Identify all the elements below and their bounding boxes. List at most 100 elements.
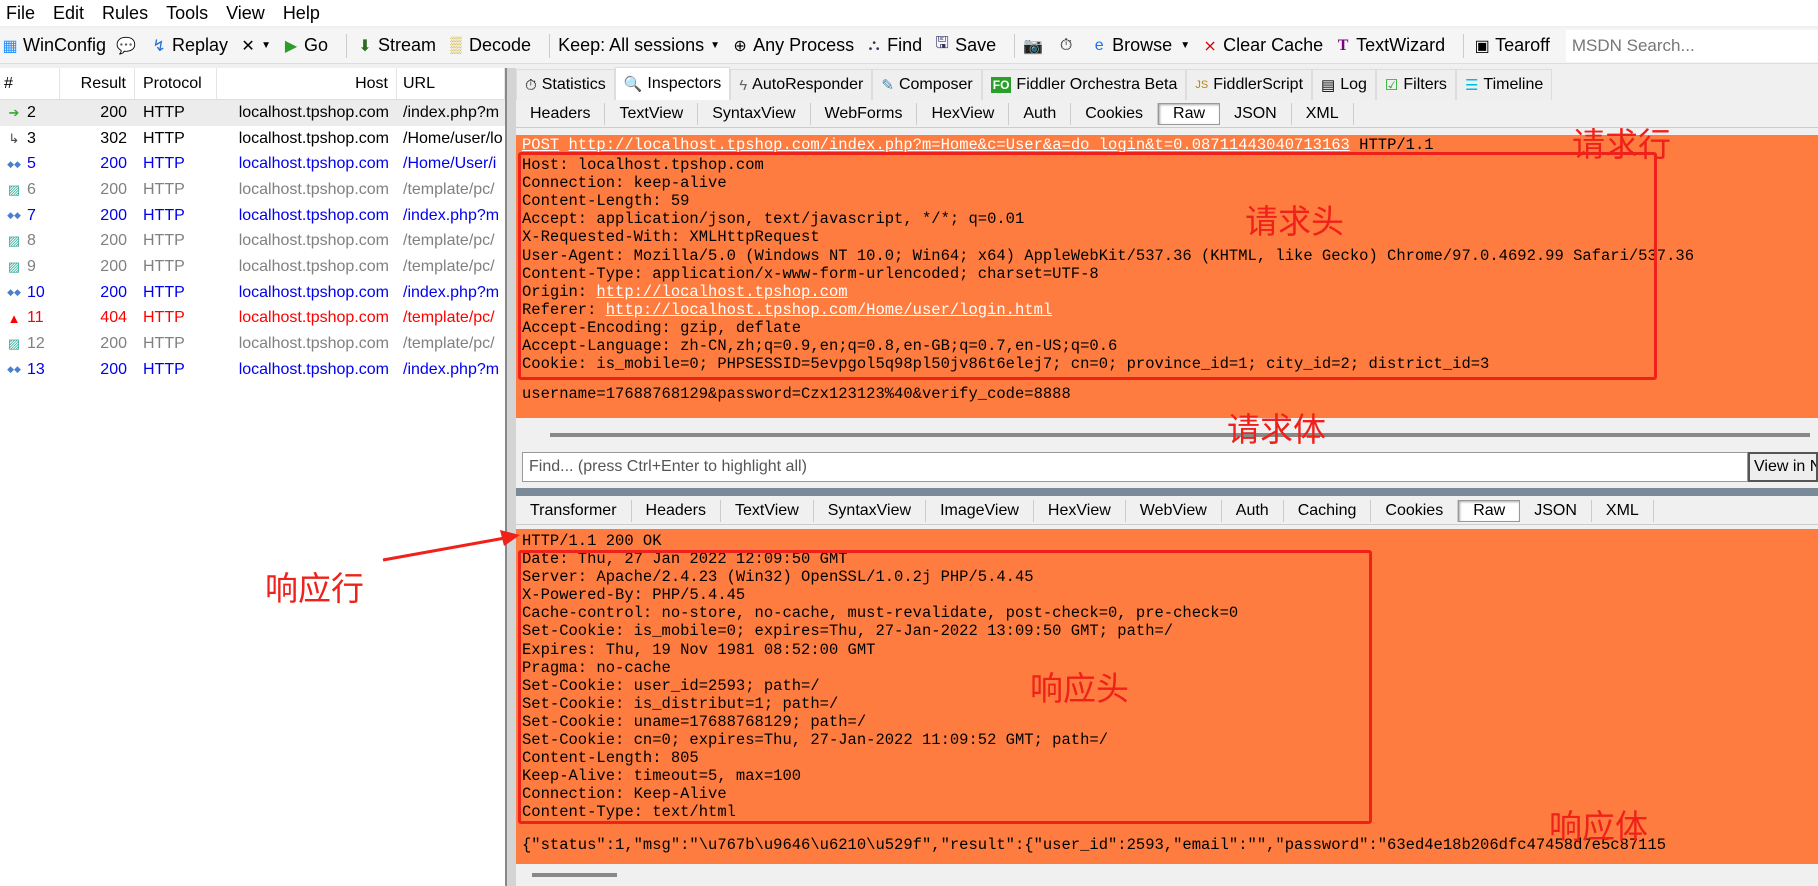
save-button[interactable]: 🖫 Save (932, 32, 996, 59)
tab-fiddlerscript[interactable]: JS FiddlerScript (1186, 69, 1313, 100)
tab-log[interactable]: ▤ Log (1312, 69, 1376, 100)
pane-splitter[interactable] (505, 68, 516, 886)
session-row[interactable]: ↳ 3 302 HTTP localhost.tpshop.com/Home/user/… (0, 126, 505, 152)
subtab-hexview[interactable]: HexView (917, 102, 1010, 125)
session-result: 200 (100, 232, 127, 250)
session-id: 12 (27, 335, 45, 353)
session-protocol: HTTP (143, 335, 185, 353)
subtab-hexview[interactable]: HexView (1034, 499, 1126, 522)
session-row[interactable]: ◆◆ 13 200 HTTP localhost.tpshop.com/index.ph… (0, 357, 505, 383)
tab-statistics[interactable]: ⏱ Statistics (516, 69, 615, 100)
session-id: 6 (27, 180, 36, 198)
comment-button[interactable]: 💬 (116, 36, 139, 56)
tab-label: AutoResponder (752, 76, 864, 93)
column-header-host[interactable]: Host (217, 68, 397, 99)
session-id: 11 (27, 309, 44, 327)
replay-button[interactable]: ↯ Replay (149, 35, 228, 56)
chevron-down-icon: ▼ (1180, 40, 1191, 51)
any-process-button[interactable]: ⊕ Any Process (730, 35, 854, 56)
session-row[interactable]: ▨ 9 200 HTTP localhost.tpshop.com/template/p… (0, 254, 505, 280)
session-row[interactable]: ▨ 12 200 HTTP localhost.tpshop.com/template/… (0, 331, 505, 357)
timer-button[interactable]: ⏱ (1056, 37, 1079, 55)
subtab-headers[interactable]: Headers (516, 102, 606, 125)
winconfig-button[interactable]: ▦ WinConfig (0, 35, 106, 56)
clear-cache-label: Clear Cache (1223, 35, 1324, 55)
tab-label: Inspectors (647, 75, 722, 92)
menu-rules[interactable]: Rules (102, 3, 148, 24)
lightning-icon: ϟ (739, 76, 748, 94)
subtab-json[interactable]: JSON (1520, 499, 1592, 522)
browse-button[interactable]: e Browse ▼ (1089, 35, 1190, 56)
tab-timeline[interactable]: ☰ Timeline (1455, 69, 1553, 100)
view-in-notepad-button[interactable]: View in Notepad (1748, 452, 1818, 482)
stream-button[interactable]: ⬇ Stream (355, 35, 436, 56)
textwizard-button[interactable]: T TextWizard (1333, 35, 1445, 56)
find-button[interactable]: ⛬ Find (864, 35, 923, 56)
menu-edit[interactable]: Edit (53, 3, 84, 24)
session-row[interactable]: ◆◆ 7 200 HTTP localhost.tpshop.com/index.php… (0, 203, 505, 229)
session-result: 302 (100, 129, 127, 147)
column-header-number[interactable]: # (0, 68, 60, 99)
menu-help[interactable]: Help (283, 3, 320, 24)
horizontal-splitter[interactable] (516, 488, 1818, 496)
subtab-xml[interactable]: XML (1292, 102, 1354, 125)
tearoff-button[interactable]: ▣ Tearoff (1472, 35, 1550, 56)
find-input[interactable]: Find... (press Ctrl+Enter to highlight a… (522, 452, 1748, 482)
go-button[interactable]: ▶ Go (281, 35, 328, 56)
annotation-request-body: 请求体 (1227, 410, 1326, 449)
column-header-url[interactable]: URL (397, 68, 505, 99)
session-row[interactable]: ◆◆ 10 200 HTTP localhost.tpshop.com/index.ph… (0, 280, 505, 306)
image-icon: ▨ (7, 336, 21, 352)
horizontal-scrollbar[interactable] (532, 873, 617, 877)
column-header-result[interactable]: Result (60, 68, 135, 99)
menu-file[interactable]: File (6, 3, 35, 24)
subtab-headers[interactable]: Headers (632, 499, 722, 522)
subtab-webview[interactable]: WebView (1126, 499, 1222, 522)
session-row[interactable]: ▨ 8 200 HTTP localhost.tpshop.com/template/p… (0, 228, 505, 254)
subtab-textview[interactable]: TextView (605, 102, 699, 125)
subtab-cookies[interactable]: Cookies (1371, 499, 1459, 522)
clear-cache-button[interactable]: ⨯ Clear Cache (1200, 35, 1323, 56)
tab-inspectors[interactable]: 🔍 Inspectors (614, 67, 731, 100)
decode-button[interactable]: ▒ Decode (446, 35, 531, 56)
screenshot-button[interactable]: 📷 (1023, 36, 1046, 56)
subtab-transformer[interactable]: Transformer (516, 499, 632, 522)
tab-autoresponder[interactable]: ϟ AutoResponder (730, 69, 873, 100)
subtab-syntaxview[interactable]: SyntaxView (814, 499, 927, 522)
menu-view[interactable]: View (226, 3, 265, 24)
subtab-syntaxview[interactable]: SyntaxView (698, 102, 811, 125)
subtab-auth[interactable]: Auth (1009, 102, 1072, 125)
subtab-textview[interactable]: TextView (721, 499, 814, 522)
subtab-raw[interactable]: Raw (1458, 499, 1521, 522)
subtab-auth[interactable]: Auth (1222, 499, 1284, 522)
tab-label: Timeline (1483, 76, 1544, 93)
horizontal-scrollbar[interactable] (550, 433, 1810, 437)
keep-sessions-dropdown[interactable]: Keep: All sessions ▼ (558, 35, 720, 56)
subtab-imageview[interactable]: ImageView (926, 499, 1034, 522)
session-row[interactable]: ➔ 2 200 HTTP localhost.tpshop.com/index.php?… (0, 100, 505, 126)
remove-button[interactable]: ✕ ▼ (238, 36, 271, 56)
stream-label: Stream (377, 35, 437, 55)
msdn-search-input[interactable]: MSDN Search... (1565, 29, 1818, 62)
save-icon: 🖫 (935, 35, 949, 52)
subtab-xml[interactable]: XML (1592, 499, 1654, 522)
subtab-json[interactable]: JSON (1220, 102, 1292, 125)
subtab-raw[interactable]: Raw (1158, 102, 1221, 125)
tab-fiddler-orchestra[interactable]: FO Fiddler Orchestra Beta (981, 69, 1187, 100)
session-row[interactable]: ◆◆ 5 200 HTTP localhost.tpshop.com/Home/User… (0, 151, 505, 177)
session-row[interactable]: ▲ 11 404 HTTP localhost.tpshop.com/template/… (0, 306, 505, 332)
session-result: 200 (100, 103, 127, 121)
go-label: Go (303, 35, 328, 55)
session-result: 200 (100, 335, 127, 353)
subtab-caching[interactable]: Caching (1284, 499, 1372, 522)
menu-tools[interactable]: Tools (166, 3, 208, 24)
annotation-response-line: 响应行 (265, 569, 364, 608)
subtab-webforms[interactable]: WebForms (811, 102, 918, 125)
fo-icon: FO (990, 77, 1012, 93)
tab-filters[interactable]: ☑ Filters (1375, 69, 1456, 100)
column-header-protocol[interactable]: Protocol (135, 68, 217, 99)
subtab-cookies[interactable]: Cookies (1071, 102, 1159, 125)
tab-composer[interactable]: ✎ Composer (872, 69, 982, 100)
session-row[interactable]: ▨ 6 200 HTTP localhost.tpshop.com/template/p… (0, 177, 505, 203)
session-id-cell: ▨ 8 (0, 232, 60, 250)
